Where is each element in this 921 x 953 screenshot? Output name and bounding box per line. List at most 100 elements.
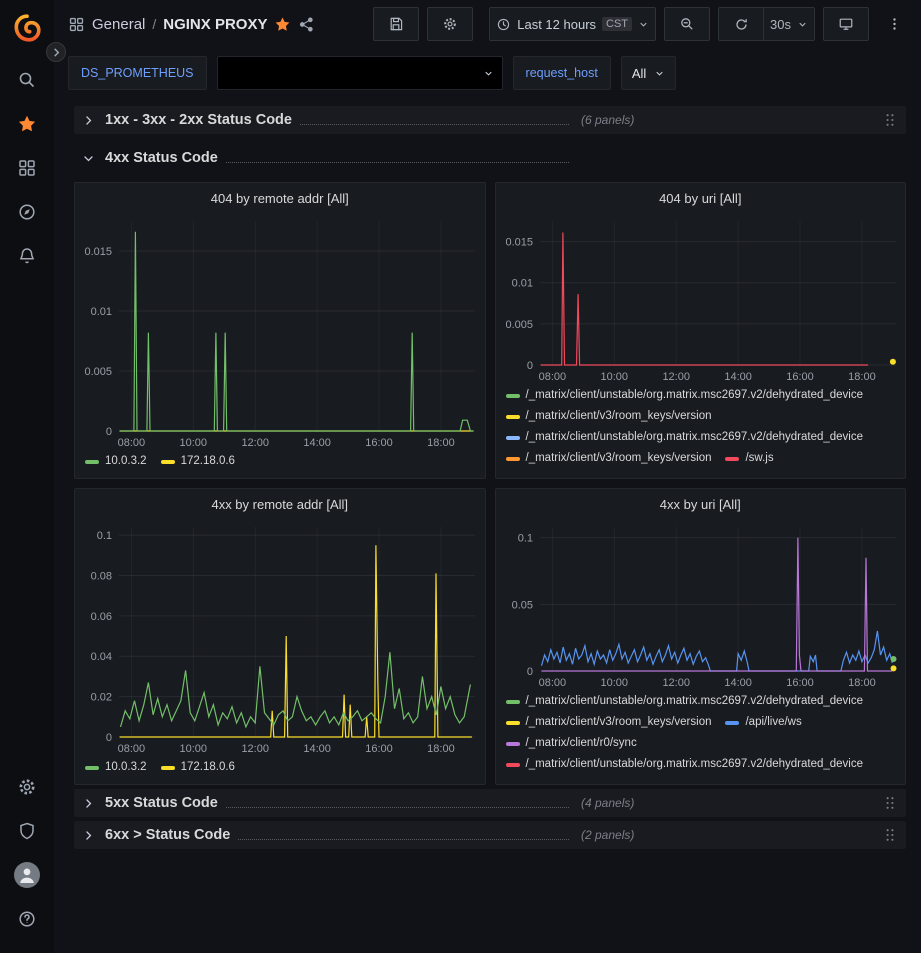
grafana-logo-icon: [12, 13, 42, 43]
panel-legend: /_matrix/client/unstable/org.matrix.msc2…: [496, 385, 906, 469]
legend-item[interactable]: /api/live/ws: [725, 712, 801, 733]
series-color-swatch: [725, 457, 739, 461]
legend-item[interactable]: /_matrix/client/unstable/org.matrix.msc2…: [506, 754, 864, 775]
admin-shield-icon[interactable]: [5, 809, 49, 853]
series-color-swatch: [506, 721, 520, 725]
legend-label: 10.0.3.2: [105, 451, 147, 472]
alerting-bell-icon[interactable]: [5, 234, 49, 278]
row-drag-handle[interactable]: [882, 111, 898, 129]
time-series-chart[interactable]: 00.050.108:0010:0012:0014:0016:0018:00: [496, 519, 906, 691]
monitor-icon: [838, 16, 854, 32]
starred-dashboards-icon[interactable]: [5, 102, 49, 146]
favorite-star-icon[interactable]: [274, 16, 291, 33]
user-avatar[interactable]: [5, 853, 49, 897]
series-color-swatch: [506, 763, 520, 767]
variable-ds-prometheus-value[interactable]: [217, 56, 503, 90]
variable-ds-prometheus-label[interactable]: DS_PROMETHEUS: [68, 56, 207, 90]
grafana-app: General / NGINX PROXY: [0, 0, 921, 953]
svg-text:10:00: 10:00: [600, 371, 628, 383]
row-leader-dots: [226, 806, 569, 808]
search-icon[interactable]: [5, 58, 49, 102]
chevron-down-icon: [483, 68, 494, 79]
refresh-button[interactable]: [718, 7, 763, 41]
share-icon[interactable]: [298, 16, 315, 33]
variable-request-host-label[interactable]: request_host: [513, 56, 611, 90]
time-series-chart[interactable]: 00.0050.010.01508:0010:0012:0014:0016:00…: [75, 213, 485, 451]
chevron-down-icon: [797, 19, 808, 30]
row-title: 6xx > Status Code: [105, 827, 230, 843]
row-title-group: 6xx > Status Code: [105, 827, 577, 843]
row-panel-count: (2 panels): [581, 828, 634, 842]
legend-item[interactable]: /_matrix/client/v3/room_keys/version: [506, 406, 712, 427]
panel-grid: 404 by remote addr [All] 00.0050.010.015…: [74, 182, 906, 785]
svg-text:0.04: 0.04: [91, 651, 112, 663]
chevron-right-icon: [82, 827, 98, 843]
legend-item[interactable]: /_matrix/client/v3/room_keys/version: [506, 712, 712, 733]
clock-icon: [496, 17, 511, 32]
help-icon[interactable]: [5, 897, 49, 941]
legend-item[interactable]: /_matrix/client/unstable/org.matrix.msc2…: [506, 427, 864, 448]
settings-gear-icon[interactable]: [5, 765, 49, 809]
panel-4xx-by-uri: 4xx by uri [All] 00.050.108:0010:0012:00…: [495, 488, 907, 785]
series-color-swatch: [725, 721, 739, 725]
svg-text:12:00: 12:00: [241, 743, 269, 755]
row-5xx[interactable]: 5xx Status Code (4 panels): [74, 789, 906, 817]
explore-compass-icon[interactable]: [5, 190, 49, 234]
svg-text:0.05: 0.05: [511, 599, 532, 611]
dashboard-title[interactable]: NGINX PROXY: [163, 16, 267, 33]
row-drag-handle[interactable]: [882, 794, 898, 812]
sidebar-expand-button[interactable]: [46, 42, 66, 62]
legend-item[interactable]: 10.0.3.2: [85, 757, 147, 778]
save-dashboard-button[interactable]: [373, 7, 419, 41]
kebab-menu-button[interactable]: [877, 8, 911, 40]
legend-label: 10.0.3.2: [105, 757, 147, 778]
svg-text:0: 0: [526, 360, 532, 372]
main-area: General / NGINX PROXY: [54, 0, 921, 953]
row-leader-dots: [238, 838, 569, 840]
dashboard-body: 1xx - 3xx - 2xx Status Code (6 panels) 4…: [54, 100, 921, 953]
svg-text:0.1: 0.1: [517, 533, 532, 545]
svg-text:08:00: 08:00: [538, 677, 566, 689]
row-4xx[interactable]: 4xx Status Code: [74, 144, 906, 172]
refresh-interval-dropdown[interactable]: 30s: [763, 7, 815, 41]
breadcrumb-section[interactable]: General: [92, 16, 145, 33]
row-6xx[interactable]: 6xx > Status Code (2 panels): [74, 821, 906, 849]
legend-item[interactable]: /_matrix/client/unstable/org.matrix.msc2…: [506, 385, 864, 406]
refresh-interval-label: 30s: [770, 17, 791, 32]
panel-title[interactable]: 4xx by uri [All]: [496, 489, 906, 519]
nav-sidebar: [0, 0, 54, 953]
legend-label: /sw.js: [745, 448, 773, 469]
svg-text:0: 0: [526, 666, 532, 678]
row-1xx-3xx-2xx[interactable]: 1xx - 3xx - 2xx Status Code (6 panels): [74, 106, 906, 134]
row-panel-count: (4 panels): [581, 796, 634, 810]
legend-label: 172.18.0.6: [181, 757, 235, 778]
panel-title[interactable]: 404 by uri [All]: [496, 183, 906, 213]
legend-item[interactable]: /_matrix/client/r0/sync: [506, 733, 637, 754]
zoom-out-button[interactable]: [664, 7, 710, 41]
svg-text:08:00: 08:00: [118, 437, 146, 449]
legend-label: /_matrix/client/unstable/org.matrix.msc2…: [526, 427, 864, 448]
time-series-chart[interactable]: 00.0050.010.01508:0010:0012:0014:0016:00…: [496, 213, 906, 385]
svg-text:10:00: 10:00: [600, 677, 628, 689]
legend-item[interactable]: /_matrix/client/unstable/org.matrix.msc2…: [506, 691, 864, 712]
panel-title[interactable]: 4xx by remote addr [All]: [75, 489, 485, 519]
dashboards-icon[interactable]: [5, 146, 49, 190]
timezone-badge: CST: [602, 17, 632, 31]
variable-request-host-value[interactable]: All: [621, 56, 676, 90]
time-range-picker[interactable]: Last 12 hours CST: [489, 7, 656, 41]
legend-item[interactable]: 10.0.3.2: [85, 451, 147, 472]
row-title: 4xx Status Code: [105, 150, 218, 166]
legend-item[interactable]: /_matrix/client/v3/room_keys/version: [506, 448, 712, 469]
grafana-logo[interactable]: [5, 8, 49, 48]
time-series-chart[interactable]: 00.020.040.060.080.108:0010:0012:0014:00…: [75, 519, 485, 757]
legend-item[interactable]: 172.18.0.6: [161, 451, 235, 472]
legend-item[interactable]: /sw.js: [725, 448, 773, 469]
panel-title[interactable]: 404 by remote addr [All]: [75, 183, 485, 213]
legend-item[interactable]: 172.18.0.6: [161, 757, 235, 778]
row-drag-handle[interactable]: [882, 826, 898, 844]
dashboard-settings-button[interactable]: [427, 7, 473, 41]
svg-text:16:00: 16:00: [786, 371, 814, 383]
tv-mode-button[interactable]: [823, 7, 869, 41]
legend-label: /_matrix/client/unstable/org.matrix.msc2…: [526, 691, 864, 712]
chevron-down-icon: [654, 68, 665, 79]
